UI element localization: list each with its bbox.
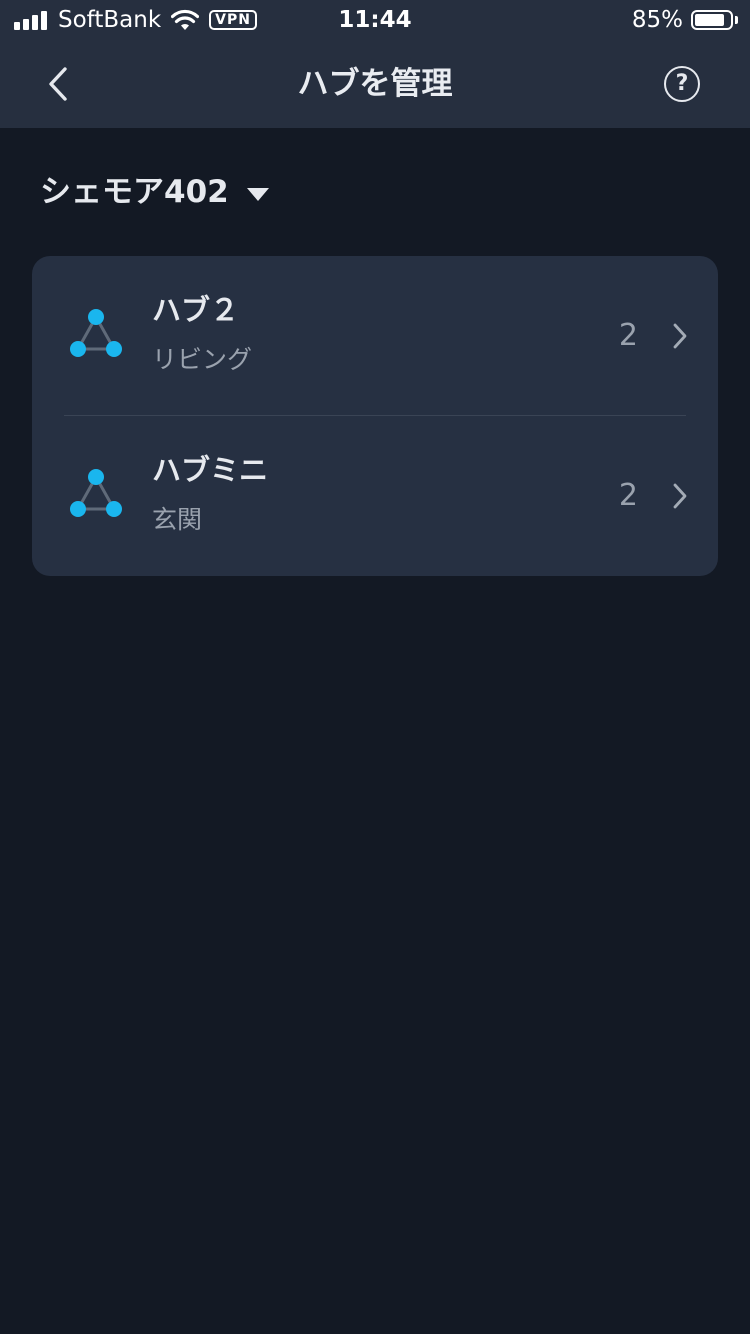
battery-icon [691, 10, 733, 30]
question-circle-icon: ? [675, 71, 689, 96]
hub-row[interactable]: ハブ２ リビング 2 [32, 256, 718, 416]
chevron-left-icon [49, 67, 67, 101]
battery-fill [695, 14, 724, 26]
hub-row[interactable]: ハブミニ 玄関 2 [32, 416, 718, 576]
hub-name: ハブ２ [152, 293, 240, 327]
hub-triangle-icon [70, 309, 122, 357]
battery-tip [735, 16, 738, 24]
help-button[interactable]: ? [664, 66, 700, 102]
battery-percent: 85% [631, 7, 683, 33]
caret-down-icon [246, 187, 269, 201]
home-name: シェモア402 [40, 174, 229, 210]
home-selector[interactable]: シェモア402 [40, 170, 269, 214]
hub-name: ハブミニ [152, 453, 269, 487]
page-title: ハブを管理 [297, 66, 453, 102]
status-right: 85% [632, 6, 738, 34]
status-bar: SoftBank VPN 11:44 85% [0, 0, 750, 40]
chevron-right-icon [673, 323, 687, 349]
hub-list-card: ハブ２ リビング 2 ハブミニ 玄関 2 [32, 256, 718, 576]
hub-triangle-icon [70, 469, 122, 517]
hub-room: リビング [152, 345, 253, 374]
back-button[interactable] [34, 60, 82, 108]
device-count: 2 [618, 318, 638, 353]
hub-room: 玄関 [152, 505, 203, 534]
device-count: 2 [618, 478, 638, 513]
chevron-right-icon [673, 483, 687, 509]
